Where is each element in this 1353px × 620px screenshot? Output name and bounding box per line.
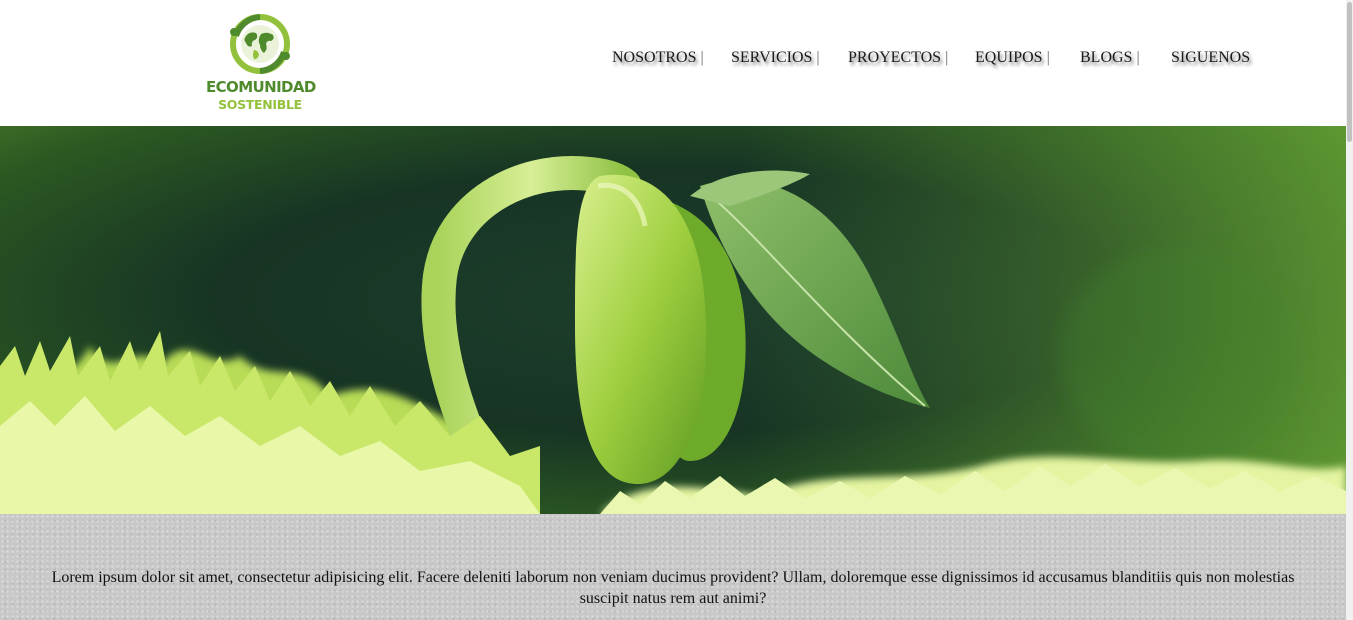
nav-label: SIGUENOS	[1171, 49, 1251, 66]
intro-paragraph: Lorem ipsum dolor sit amet, consectetur …	[51, 569, 1295, 607]
nav-item-blogs[interactable]: BLOGS |	[1080, 49, 1140, 67]
scrollbar-thumb[interactable]	[1347, 2, 1352, 142]
nav-item-servicios[interactable]: SERVICIOS |	[731, 49, 820, 67]
nav-separator: |	[945, 49, 949, 66]
intro-section: Lorem ipsum dolor sit amet, consectetur …	[0, 514, 1346, 620]
nav-separator: |	[700, 49, 704, 66]
nav-item-proyectos[interactable]: PROYECTOS |	[848, 49, 948, 67]
nav-separator: |	[816, 49, 820, 66]
nav-item-equipos[interactable]: EQUIPOS |	[975, 49, 1050, 67]
nav-label: NOSOTROS	[612, 49, 697, 66]
nav-separator: |	[1136, 49, 1140, 66]
nav-label: BLOGS	[1080, 49, 1133, 66]
nav-label: EQUIPOS	[975, 49, 1043, 66]
hero-banner	[0, 126, 1346, 514]
nav-separator: |	[1046, 49, 1050, 66]
page-scrollbar[interactable]	[1346, 0, 1353, 620]
nav-item-siguenos[interactable]: SIGUENOS	[1171, 49, 1250, 67]
nav-item-nosotros[interactable]: NOSOTROS |	[612, 49, 704, 67]
sprouting-seedling-photo	[0, 126, 1346, 514]
nav-label: SERVICIOS	[731, 49, 813, 66]
site-header: ECOMUNIDAD SOSTENIBLE NOSOTROS | SERVICIO…	[0, 0, 1346, 126]
brand-logo[interactable]: ECOMUNIDAD SOSTENIBLE	[206, 10, 316, 116]
globe-recycle-icon	[230, 14, 290, 74]
brand-name-line2: SOSTENIBLE	[218, 97, 302, 112]
nav-label: PROYECTOS	[848, 49, 942, 66]
brand-name-line1: ECOMUNIDAD	[206, 78, 316, 96]
